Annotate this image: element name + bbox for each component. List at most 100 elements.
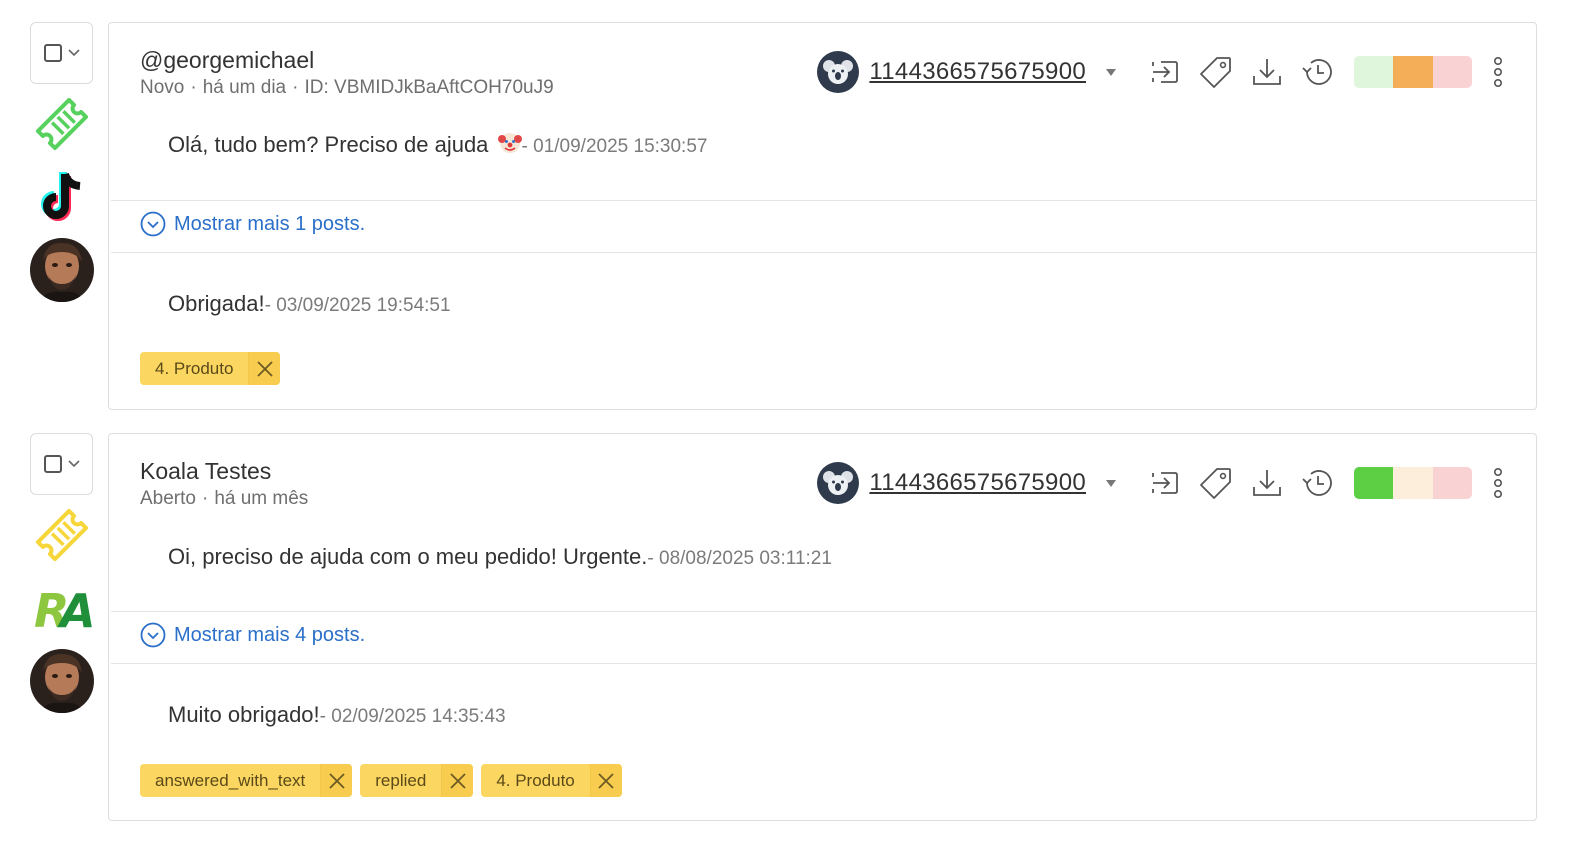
ticket-age: há um mês (214, 488, 309, 509)
sentiment-neutral (1393, 56, 1433, 88)
first-message: Oi, preciso de ajuda com o meu pedido! U… (168, 544, 832, 570)
transfer-icon (1152, 61, 1178, 83)
ticket-sidebar (30, 22, 94, 302)
more-options-button[interactable] (1486, 464, 1510, 502)
remove-tag-button[interactable] (589, 764, 622, 797)
last-message: Muito obrigado!- 02/09/2025 14:35:43 (168, 702, 506, 728)
show-more-posts-link[interactable]: Mostrar mais 4 posts. (140, 622, 365, 648)
chevron-circle-down-icon (140, 211, 166, 237)
divider (111, 663, 1536, 664)
tag-icon (1200, 468, 1231, 499)
tag-list: answered_with_text replied 4. Produto (140, 764, 622, 797)
sentiment-positive (1354, 467, 1394, 499)
tag-label: answered_with_text (155, 770, 306, 790)
show-more-label: Mostrar mais 4 posts. (174, 623, 366, 646)
sentiment-negative (1432, 467, 1472, 499)
ticket-checkbox[interactable] (43, 455, 62, 473)
transfer-button[interactable] (1146, 464, 1184, 502)
ticket-actions: 1144366575675900 (817, 462, 1510, 504)
select-dropdown[interactable] (30, 22, 93, 84)
message-text: Muito obrigado! (168, 702, 320, 727)
chevron-down-icon (67, 460, 80, 468)
author-name: @georgemichael (140, 47, 315, 73)
close-icon (598, 772, 614, 789)
message-text: Oi, preciso de ajuda com o meu pedido! U… (168, 544, 648, 569)
phone-number-link[interactable]: 1144366575675900 (869, 469, 1086, 497)
avatar (30, 238, 94, 302)
remove-tag-button[interactable] (248, 352, 281, 385)
download-button[interactable] (1248, 53, 1286, 91)
transfer-icon (1152, 472, 1178, 494)
message-timestamp: - 08/08/2025 03:11:21 (647, 548, 832, 569)
chevron-circle-down-icon (140, 622, 166, 648)
sentiment-indicator[interactable] (1354, 56, 1472, 88)
tag-icon (1200, 57, 1231, 88)
ticket-actions: 1144366575675900 (817, 51, 1510, 93)
message-timestamp: - 03/09/2025 19:54:51 (264, 295, 451, 316)
ticket-meta: Novo · há um dia · ID: VBMIDJkBaAftCOH70uJ9 (140, 77, 554, 98)
ticket-id: ID: VBMIDJkBaAftCOH70uJ9 (304, 77, 554, 98)
message-timestamp: - 02/09/2025 14:35:43 (319, 706, 506, 727)
sentiment-neutral (1393, 467, 1433, 499)
avatar (30, 649, 94, 713)
remove-tag-button[interactable] (441, 764, 474, 797)
ticket-card[interactable]: @georgemichael Novo · há um dia · ID: VBMIDJ… (108, 22, 1537, 410)
show-more-posts-link[interactable]: Mostrar mais 1 posts. (140, 211, 365, 237)
clown-face-icon (497, 133, 522, 153)
history-icon (1302, 470, 1332, 496)
tag-button[interactable] (1197, 53, 1235, 91)
tag-button[interactable] (1197, 464, 1235, 502)
ticket-checkbox[interactable] (43, 44, 62, 62)
chevron-down-icon (67, 49, 80, 57)
koala-icon (817, 51, 860, 93)
divider (111, 200, 1536, 201)
ticket: R A Koala Testes Aberto·há um mês (0, 433, 1592, 823)
history-button[interactable] (1299, 53, 1337, 91)
ticket-status: Aberto (140, 488, 196, 509)
sentiment-indicator[interactable] (1354, 467, 1472, 499)
kebab-menu-icon (1493, 56, 1503, 87)
more-options-button[interactable] (1486, 53, 1510, 91)
download-button[interactable] (1248, 464, 1286, 502)
download-icon (1253, 59, 1281, 85)
history-icon (1302, 59, 1332, 85)
divider (111, 252, 1536, 253)
download-icon (1253, 470, 1281, 496)
tag-chip: 4. Produto (140, 352, 281, 385)
tag-label: replied (375, 770, 427, 790)
kebab-menu-icon (1493, 467, 1503, 498)
ticket-card[interactable]: Koala Testes Aberto · há um mês 1144366575… (108, 433, 1537, 821)
sentiment-positive (1354, 56, 1394, 88)
ticket-status: Novo (140, 77, 185, 98)
tag-label: 4. Produto (496, 770, 575, 790)
transfer-button[interactable] (1146, 53, 1184, 91)
tag-label: 4. Produto (155, 358, 234, 378)
message-timestamp: - 01/09/2025 15:30:57 (521, 136, 708, 157)
history-button[interactable] (1299, 464, 1337, 502)
ticket-sidebar: R A (30, 433, 94, 713)
tag-chip: answered_with_text (140, 764, 353, 797)
caret-down-icon[interactable] (1104, 478, 1118, 488)
koala-icon (817, 462, 860, 504)
reclame-aqui-icon: R A (30, 579, 94, 639)
ticket: @georgemichael Novo · há um dia · ID: VBMIDJ… (0, 22, 1592, 412)
tag-chip: replied (360, 764, 474, 797)
close-icon (329, 772, 345, 789)
message-text: Olá, tudo bem? Preciso de ajuda (168, 132, 495, 157)
author-name: Koala Testes (140, 458, 272, 484)
phone-number-link[interactable]: 1144366575675900 (869, 58, 1086, 86)
sentiment-negative (1432, 56, 1472, 88)
remove-tag-button[interactable] (320, 764, 353, 797)
ticket-icon (30, 505, 94, 567)
ticket-meta: Aberto · há um mês (140, 488, 309, 509)
ticket-icon (30, 94, 94, 156)
tiktok-icon (30, 168, 94, 228)
close-icon (257, 360, 273, 377)
tag-list: 4. Produto (140, 352, 281, 385)
message-text: Obrigada! (168, 291, 265, 316)
caret-down-icon[interactable] (1104, 67, 1118, 77)
last-message: Obrigada!- 03/09/2025 19:54:51 (168, 291, 451, 317)
first-message: Olá, tudo bem? Preciso de ajuda - 01/09/… (168, 131, 707, 158)
select-dropdown[interactable] (30, 433, 93, 495)
reclame-aqui-logo-a: A (57, 584, 92, 635)
